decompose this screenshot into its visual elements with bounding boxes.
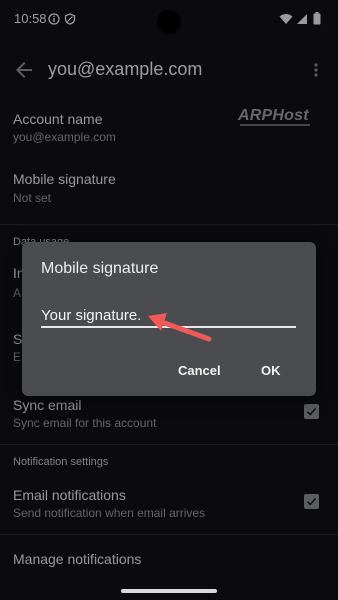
ok-button[interactable]: OK	[261, 363, 281, 378]
annotation-arrow-icon	[148, 313, 212, 342]
dialog-title: Mobile signature	[41, 260, 159, 277]
gesture-nav-bar[interactable]	[121, 589, 217, 593]
cancel-button[interactable]: Cancel	[178, 363, 221, 378]
